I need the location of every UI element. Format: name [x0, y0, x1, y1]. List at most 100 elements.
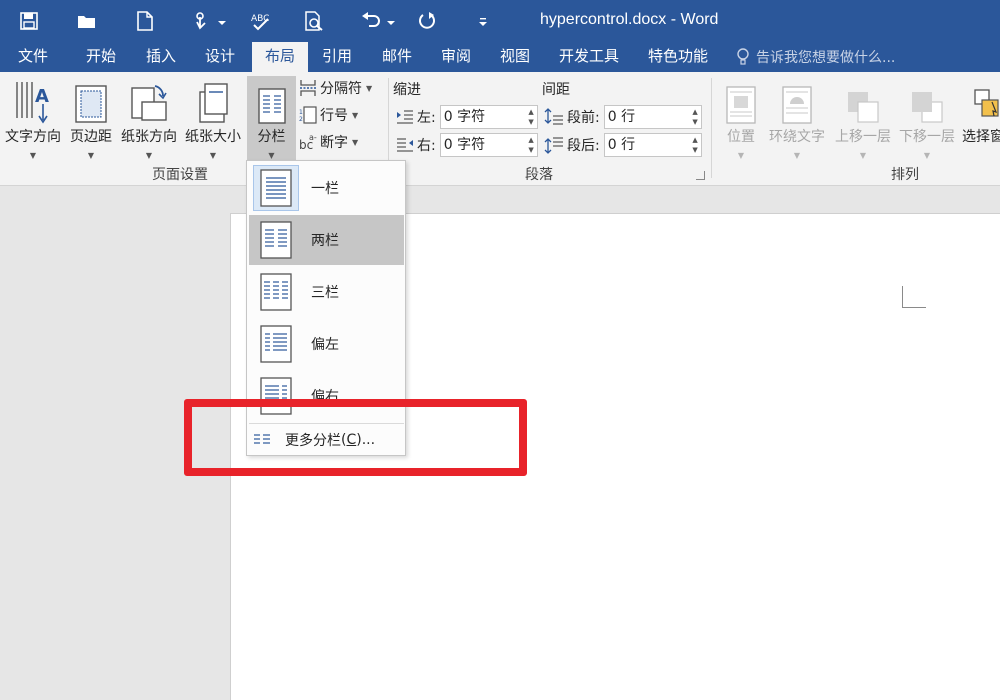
tab-layout[interactable]: 布局: [252, 42, 308, 72]
line-numbers-button[interactable]: 12 行号 ▼: [299, 103, 358, 127]
wrap-text-caret-icon: ▼: [793, 151, 801, 160]
margins-icon: [66, 76, 116, 124]
new-icon[interactable]: [128, 6, 162, 36]
send-backward-button[interactable]: 下移一层 ▼: [896, 76, 958, 160]
open-icon[interactable]: [70, 6, 104, 36]
wrap-text-icon: [766, 76, 828, 124]
wrap-text-button[interactable]: 环绕文字 ▼: [766, 76, 828, 160]
tab-insert[interactable]: 插入: [134, 42, 188, 72]
indent-right-icon: [397, 138, 413, 152]
size-label: 纸张大小: [185, 129, 241, 145]
one-column-icon: [253, 165, 299, 211]
margin-corner-mark: [902, 286, 926, 308]
undo-dropdown-icon[interactable]: [386, 14, 396, 28]
position-caret-icon: ▼: [737, 151, 745, 160]
spacing-after-spinner-icon[interactable]: ▲ ▼: [692, 135, 697, 155]
columns-menu-item-label: 偏左: [311, 337, 339, 353]
columns-menu-item-left[interactable]: 偏左: [249, 319, 404, 369]
ribbon-tabs: 文件 开始 插入 设计 布局 引用 邮件 审阅 视图 开发工具 特色功能 告诉我…: [0, 42, 1000, 72]
columns-button[interactable]: 分栏 ▼: [247, 76, 296, 160]
spacing-after-row: 段后: 0 行 ▲ ▼: [544, 132, 702, 158]
bring-forward-icon: [832, 76, 894, 124]
tab-file[interactable]: 文件: [6, 42, 60, 72]
tab-view[interactable]: 视图: [488, 42, 542, 72]
bring-forward-button[interactable]: 上移一层 ▼: [832, 76, 894, 160]
spacing-after-input[interactable]: 0 行 ▲ ▼: [603, 133, 702, 157]
columns-menu-item-label: 两栏: [311, 233, 339, 249]
selection-pane-label: 选择窗: [962, 129, 1000, 145]
margins-button[interactable]: 页边距 ▼: [66, 76, 116, 160]
indent-left-label: 左:: [417, 110, 436, 126]
undo-icon[interactable]: [354, 6, 388, 36]
hyphenation-icon: bca-: [299, 133, 317, 151]
size-button[interactable]: 纸张大小 ▼: [182, 76, 244, 160]
spacing-after-icon: [544, 137, 563, 154]
highlight-annotation: [184, 399, 527, 476]
wrap-text-label: 环绕文字: [769, 129, 825, 145]
page-setup-group-label: 页面设置: [152, 167, 208, 183]
indent-right-row: 右: 0 字符 ▲ ▼: [396, 132, 538, 158]
line-numbers-icon: 12: [299, 106, 317, 124]
tell-me-box[interactable]: 告诉我您想要做什么...: [736, 42, 895, 72]
indent-left-icon: [397, 110, 413, 124]
spacing-title: 间距: [542, 82, 570, 98]
svg-text:a-: a-: [309, 133, 317, 142]
tab-mailings[interactable]: 邮件: [370, 42, 424, 72]
indent-left-row: 左: 0 字符 ▲ ▼: [396, 104, 538, 130]
size-icon: [182, 76, 244, 124]
tab-home[interactable]: 开始: [74, 42, 128, 72]
svg-text:A: A: [35, 86, 49, 107]
indent-left-spinner-icon[interactable]: ▲ ▼: [528, 107, 533, 127]
orientation-icon: [118, 76, 180, 124]
print-preview-icon[interactable]: [297, 6, 331, 36]
svg-text:2: 2: [299, 116, 303, 123]
breaks-label: 分隔符: [320, 81, 362, 97]
customize-icon[interactable]: [478, 14, 488, 28]
text-direction-icon: A: [2, 76, 64, 124]
touch-mode-dropdown-icon[interactable]: [217, 14, 227, 28]
tab-developer[interactable]: 开发工具: [551, 42, 627, 72]
group-divider: [711, 78, 712, 178]
indent-left-input[interactable]: 0 字符 ▲ ▼: [439, 105, 538, 129]
selection-pane-button[interactable]: 选择窗: [960, 76, 1000, 156]
spelling-icon[interactable]: ABC: [244, 6, 278, 36]
position-button[interactable]: 位置 ▼: [720, 76, 762, 160]
breaks-button[interactable]: 分隔符 ▼: [299, 76, 372, 100]
orientation-button[interactable]: 纸张方向 ▼: [118, 76, 180, 160]
text-direction-caret-icon: ▼: [29, 151, 37, 160]
arrange-group-label: 排列: [891, 167, 919, 183]
paragraph-dialog-launcher-icon[interactable]: [696, 171, 705, 180]
columns-menu-item-one[interactable]: 一栏: [249, 163, 404, 213]
indent-right-spinner-icon[interactable]: ▲ ▼: [528, 135, 533, 155]
tab-special-features[interactable]: 特色功能: [640, 42, 716, 72]
size-caret-icon: ▼: [209, 151, 217, 160]
bring-forward-label: 上移一层: [835, 129, 891, 145]
touch-mode-icon[interactable]: [184, 6, 218, 36]
position-icon: [720, 76, 762, 124]
columns-menu-item-three[interactable]: 三栏: [249, 267, 404, 317]
line-numbers-label: 行号: [320, 108, 348, 124]
redo-icon[interactable]: [410, 6, 444, 36]
ribbon: A 文字方向 ▼ 页边距 ▼ 纸张方向 ▼ 纸张大小 ▼ 分栏 ▼ 分隔符 ▼: [0, 72, 1000, 186]
breaks-icon: [300, 80, 316, 96]
hyphenation-button[interactable]: bc a- 断字 ▼: [299, 130, 358, 154]
columns-menu-item-two[interactable]: 两栏: [249, 215, 404, 265]
left-column-icon: [253, 321, 299, 367]
tab-review[interactable]: 审阅: [429, 42, 483, 72]
tab-references[interactable]: 引用: [310, 42, 364, 72]
two-columns-icon: [253, 217, 299, 263]
spacing-after-value: 0 行: [607, 137, 636, 153]
tell-me-placeholder: 告诉我您想要做什么...: [756, 50, 896, 66]
spacing-before-input[interactable]: 0 行 ▲ ▼: [603, 105, 702, 129]
columns-caret-icon: ▼: [268, 151, 275, 160]
indent-right-value: 0 字符: [443, 137, 486, 153]
spacing-before-spinner-icon[interactable]: ▲ ▼: [692, 107, 697, 127]
text-direction-button[interactable]: A 文字方向 ▼: [2, 76, 64, 160]
save-icon[interactable]: [12, 6, 46, 36]
columns-menu-item-label: 一栏: [311, 181, 339, 197]
line-numbers-caret-icon: ▼: [352, 110, 359, 120]
indent-right-input[interactable]: 0 字符 ▲ ▼: [439, 133, 538, 157]
bring-forward-caret-icon: ▼: [859, 151, 867, 160]
tab-design[interactable]: 设计: [193, 42, 247, 72]
spacing-before-row: 段前: 0 行 ▲ ▼: [544, 104, 702, 130]
